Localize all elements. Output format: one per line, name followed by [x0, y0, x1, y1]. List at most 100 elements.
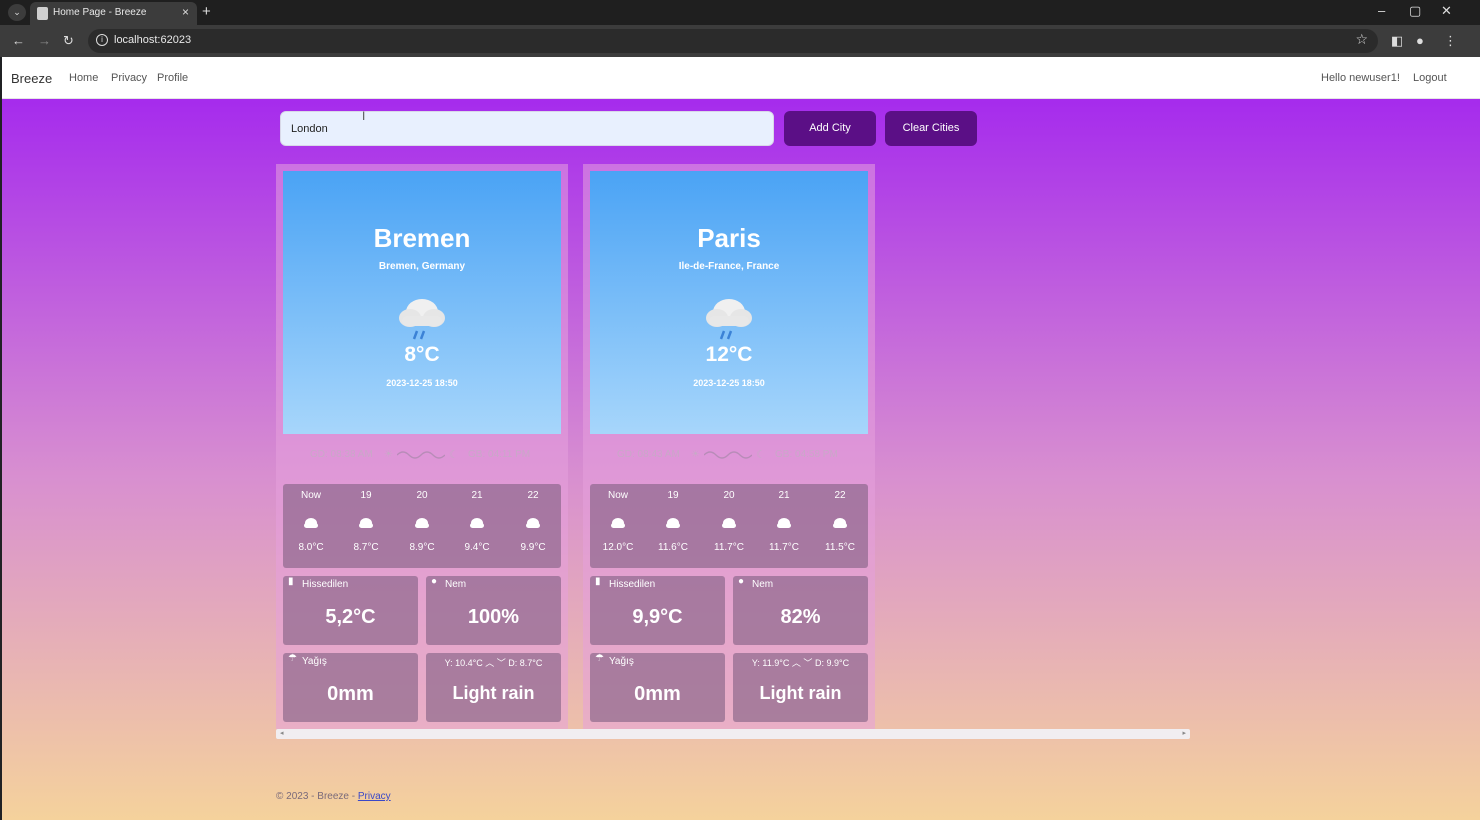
- bookmark-star-icon[interactable]: ☆: [1355, 31, 1368, 48]
- high-temp: Y: 10.4°C: [444, 658, 483, 668]
- weather-hero: Paris Ile-de-France, France 12°C 2023-12…: [590, 171, 868, 434]
- hour-item: Now 12.0°C: [598, 484, 638, 568]
- hour-item: 21 9.4°C: [457, 484, 497, 568]
- precipitation-value: 0mm: [327, 683, 374, 705]
- tab-title: Home Page - Breeze: [53, 7, 147, 18]
- brand-link[interactable]: Breeze: [11, 71, 52, 86]
- text-cursor-icon: I: [362, 109, 366, 123]
- chevron-up-icon: ︿: [791, 658, 801, 668]
- maximize-icon[interactable]: ▢: [1409, 3, 1421, 19]
- sun-icon: ☀: [691, 449, 700, 460]
- condition-tile: Y: 11.9°C ︿ ﹀ D: 9.9°C Light rain: [733, 653, 868, 722]
- hour-label: 22: [834, 490, 846, 501]
- wave-icon: [397, 451, 445, 459]
- hour-temp: 9.4°C: [464, 542, 490, 553]
- sunset-text: GB: 04:58 PM: [775, 449, 838, 460]
- precipitation-tile: ☂ Yağış 0mm: [590, 653, 725, 722]
- sunrise-text: GD: 08:43 AM: [617, 449, 680, 460]
- add-city-button[interactable]: Add City: [784, 111, 876, 146]
- current-temp: 12°C: [705, 343, 753, 366]
- hour-item: 22 9.9°C: [513, 484, 553, 568]
- browser-tab[interactable]: Home Page - Breeze ×: [30, 2, 197, 25]
- feels-like-value: 9,9°C: [632, 606, 683, 628]
- sun-icon: ☀: [384, 449, 393, 460]
- url-text: localhost:62023: [114, 34, 192, 46]
- cloud-icon: [359, 518, 373, 528]
- footer-text: © 2023 - Breeze -: [276, 791, 358, 802]
- reload-icon[interactable]: ↻: [63, 33, 74, 49]
- hour-label: Now: [300, 490, 321, 501]
- clear-cities-button[interactable]: Clear Cities: [885, 111, 977, 146]
- hour-item: Now 8.0°C: [291, 484, 331, 568]
- feels-like-label: Hissedilen: [302, 579, 349, 590]
- hour-label: 22: [527, 490, 539, 501]
- side-panel-icon[interactable]: ◧: [1391, 33, 1403, 49]
- condition-text: Light rain: [759, 683, 842, 703]
- rain-cloud-icon: [706, 299, 752, 340]
- sun-times: GD: 08:43 AM ☀ ☾ GB: 04:58 PM: [583, 447, 875, 463]
- nav-home[interactable]: Home: [69, 72, 98, 84]
- hour-temp: 12.0°C: [602, 542, 634, 553]
- back-icon[interactable]: ←: [12, 33, 25, 48]
- new-tab-icon[interactable]: +: [202, 3, 211, 20]
- hour-item: 21 11.7°C: [764, 484, 804, 568]
- hour-label: 21: [778, 490, 790, 501]
- precipitation-label: Yağış: [302, 656, 327, 667]
- cloud-icon: [611, 518, 625, 528]
- window-close-icon[interactable]: ✕: [1441, 3, 1452, 19]
- cloud-icon: [666, 518, 680, 528]
- umbrella-icon: ☂: [288, 653, 297, 664]
- tab-search-icon[interactable]: ⌄: [8, 4, 26, 21]
- current-temp: 8°C: [404, 343, 440, 366]
- cloud-icon: [470, 518, 484, 528]
- cloud-icon: [777, 518, 791, 528]
- hour-label: 20: [723, 490, 735, 501]
- hourly-forecast: Now 12.0°C 19 11.6°C 20 11.7°C 21 11.7°C…: [590, 484, 868, 568]
- feels-like-tile: ▮ Hissedilen 5,2°C: [283, 576, 418, 645]
- footer-privacy-link[interactable]: Privacy: [358, 791, 391, 802]
- footer: © 2023 - Breeze - Privacy: [276, 791, 391, 802]
- forward-icon[interactable]: →: [38, 33, 51, 48]
- hour-label: 19: [667, 490, 679, 501]
- umbrella-icon: ☂: [595, 653, 604, 664]
- info-icon[interactable]: i: [96, 34, 108, 46]
- moon-icon: ☾: [449, 449, 459, 461]
- city-card: Bremen Bremen, Germany 8°C 2023-12-25 18…: [276, 164, 568, 729]
- city-card: Paris Ile-de-France, France 12°C 2023-12…: [583, 164, 875, 729]
- high-low: Y: 11.9°C ︿ ﹀ D: 9.9°C: [733, 656, 868, 669]
- logout-link[interactable]: Logout: [1413, 72, 1447, 84]
- city-region: Bremen, Germany: [378, 261, 466, 272]
- profile-icon[interactable]: ●: [1416, 33, 1424, 48]
- url-field[interactable]: i localhost:62023 ☆: [88, 29, 1378, 53]
- menu-icon[interactable]: ⋮: [1444, 33, 1457, 49]
- sun-times: GD: 08:38 AM ☀ ☾ GB: 04:11 PM: [276, 447, 568, 463]
- horizontal-scrollbar[interactable]: ◂ ▸: [276, 729, 1190, 739]
- humidity-tile: ● Nem 82%: [733, 576, 868, 645]
- city-cards-container: Bremen Bremen, Germany 8°C 2023-12-25 18…: [276, 164, 1190, 729]
- scroll-right-icon[interactable]: ▸: [1182, 729, 1186, 739]
- city-search-input[interactable]: [280, 111, 774, 146]
- thermometer-icon: ▮: [595, 576, 601, 587]
- hour-temp: 8.0°C: [298, 542, 324, 553]
- hour-label: 19: [360, 490, 372, 501]
- cloud-icon: [833, 518, 847, 528]
- high-low: Y: 10.4°C ︿ ﹀ D: 8.7°C: [426, 656, 561, 669]
- droplet-icon: ●: [738, 576, 745, 587]
- hour-label: Now: [607, 490, 628, 501]
- hour-item: 20 8.9°C: [402, 484, 442, 568]
- wave-icon: [704, 451, 752, 459]
- humidity-value: 82%: [780, 606, 821, 628]
- high-temp: Y: 11.9°C: [751, 658, 790, 668]
- page-icon: [37, 7, 48, 20]
- condition-tile: Y: 10.4°C ︿ ﹀ D: 8.7°C Light rain: [426, 653, 561, 722]
- minimize-icon[interactable]: –: [1378, 3, 1385, 18]
- scroll-left-icon[interactable]: ◂: [280, 729, 284, 739]
- hour-item: 19 11.6°C: [653, 484, 693, 568]
- precipitation-tile: ☂ Yağış 0mm: [283, 653, 418, 722]
- chevron-down-icon: ﹀: [496, 658, 506, 668]
- page: Breeze Home Privacy Profile Hello newuse…: [2, 57, 1480, 820]
- nav-privacy[interactable]: Privacy: [111, 72, 147, 84]
- close-icon[interactable]: ×: [182, 5, 189, 19]
- nav-profile[interactable]: Profile: [157, 72, 188, 84]
- observation-datetime: 2023-12-25 18:50: [693, 378, 765, 388]
